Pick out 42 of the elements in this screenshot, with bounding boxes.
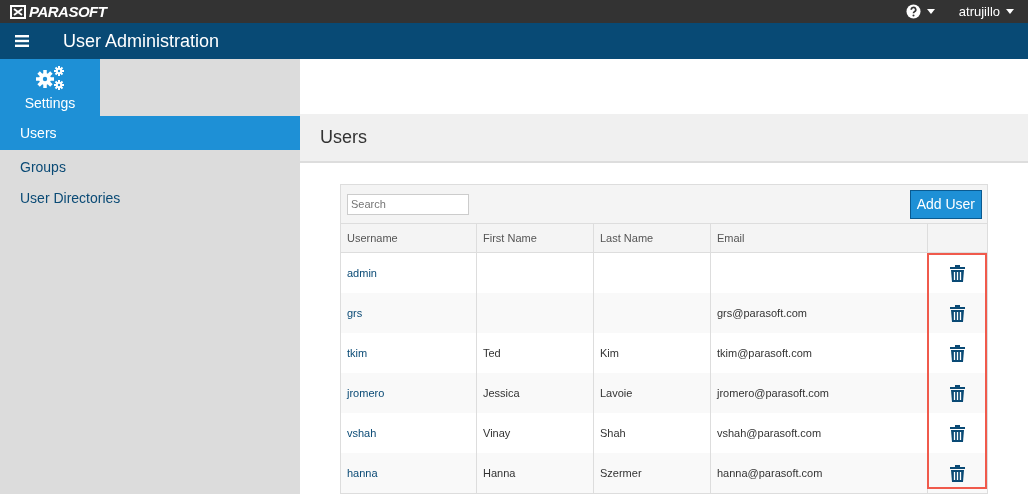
table-cell: Jessica — [483, 387, 520, 399]
table-cell: Vinay — [483, 427, 511, 439]
column-header: First Name — [477, 224, 594, 252]
delete-icon[interactable] — [950, 264, 965, 282]
table-cell: Ted — [483, 347, 501, 359]
delete-icon[interactable] — [950, 344, 965, 362]
table-cell: tkim@parasoft.com — [717, 347, 812, 359]
caret-icon — [1006, 9, 1014, 14]
column-header: Username — [341, 224, 477, 252]
delete-icon[interactable] — [950, 384, 965, 402]
table-cell: jromero@parasoft.com — [717, 387, 830, 399]
logo-text: PARASOFT — [29, 3, 107, 20]
username-link[interactable]: vshah — [347, 427, 377, 439]
gears-icon — [34, 64, 66, 91]
table-cell: Kim — [600, 347, 619, 359]
delete-icon[interactable] — [950, 424, 965, 442]
table-cell: vshah@parasoft.com — [717, 427, 822, 439]
search-field[interactable]: Search — [347, 193, 469, 215]
table-cell: Szermer — [600, 467, 642, 479]
username-link[interactable]: tkim — [347, 347, 368, 359]
table-cell: Lavoie — [600, 387, 633, 399]
table-cell: hanna@parasoft.com — [717, 467, 823, 479]
delete-icon[interactable] — [950, 464, 965, 482]
table-cell: Shah — [600, 427, 626, 439]
delete-icon[interactable] — [950, 304, 965, 322]
table-cell: Hanna — [483, 467, 516, 479]
sidebar-item[interactable]: User Directories — [0, 181, 300, 215]
help-icon — [905, 4, 921, 19]
column-header: Email — [711, 224, 928, 252]
section-title: Users — [320, 127, 367, 149]
sidebar-item[interactable]: Groups — [0, 150, 300, 184]
table-cell: grs@parasoft.com — [717, 307, 808, 319]
menu-icon[interactable] — [15, 35, 29, 47]
column-header: Last Name — [594, 224, 711, 252]
logo-icon — [10, 4, 26, 19]
username-link[interactable]: jromero — [347, 387, 385, 399]
user-menu-button[interactable]: atrujillo — [952, 4, 1020, 19]
page-header-title: User Administration — [63, 30, 220, 52]
username-link[interactable]: admin — [347, 267, 377, 279]
caret-icon — [926, 9, 935, 14]
username-link[interactable]: grs — [347, 307, 363, 319]
username-link[interactable]: hanna — [347, 467, 378, 479]
